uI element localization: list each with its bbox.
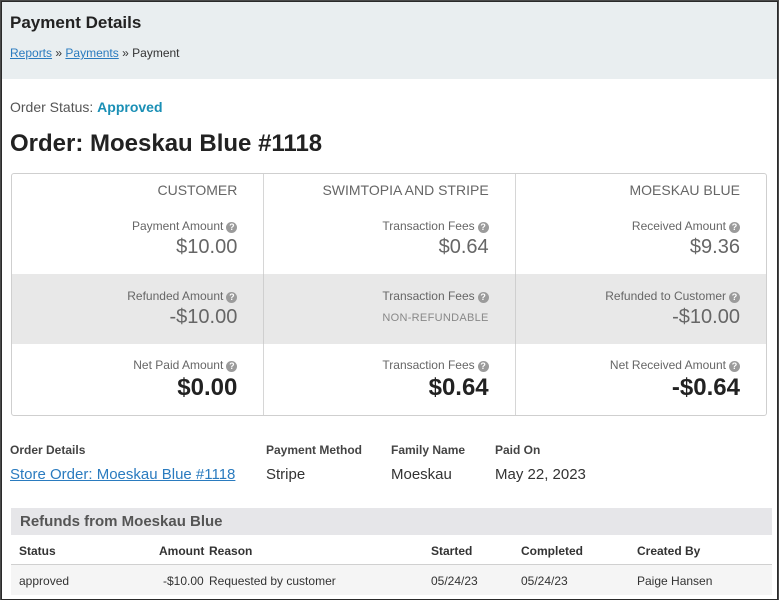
breadcrumb: Reports » Payments » Payment bbox=[10, 46, 769, 60]
refund-completed: 05/24/23 bbox=[521, 574, 568, 588]
paid-on-label: Paid On bbox=[495, 443, 541, 457]
refunded-to-customer-value: -$10.00 bbox=[672, 306, 740, 328]
net-paid-amount-value: $0.00 bbox=[177, 374, 238, 401]
summary-cell: CUSTOMER Payment Amount? $10.00 bbox=[12, 174, 263, 274]
column-header-created-by: Created By bbox=[637, 544, 701, 558]
summary-cell: SWIMTOPIA AND STRIPE Transaction Fees? $… bbox=[263, 174, 514, 274]
received-amount-label: Received Amount? bbox=[632, 219, 740, 233]
column-header-swimtopia-stripe: SWIMTOPIA AND STRIPE bbox=[322, 182, 489, 198]
summary-row-refunds: Refunded Amount? -$10.00 Transaction Fee… bbox=[12, 274, 766, 344]
order-status: Order Status: Approved bbox=[10, 99, 163, 115]
payment-amount-label: Payment Amount? bbox=[131, 219, 238, 233]
received-amount-value: $9.36 bbox=[689, 236, 740, 258]
family-name-field: Family Name Moeskau bbox=[391, 443, 465, 483]
payment-method-label: Payment Method bbox=[266, 443, 363, 457]
page-frame: Payment Details Reports » Payments » Pay… bbox=[1, 1, 778, 600]
page-header: Payment Details Reports » Payments » Pay… bbox=[2, 2, 777, 79]
summary-cell: Net Received Amount? -$0.64 bbox=[514, 344, 766, 415]
summary-cell: Transaction Fees? $0.64 bbox=[263, 344, 514, 415]
refunded-to-customer-label: Refunded to Customer? bbox=[605, 289, 740, 303]
help-icon[interactable]: ? bbox=[477, 361, 489, 372]
summary-label: Transaction Fees bbox=[382, 219, 475, 233]
summary-cell: MOESKAU BLUE Received Amount? $9.36 bbox=[514, 174, 766, 274]
summary-label: Transaction Fees bbox=[382, 358, 475, 372]
refund-amount: -$10.00 bbox=[163, 574, 204, 588]
table-row[interactable]: approved -$10.00 Requested by customer 0… bbox=[11, 565, 772, 595]
payment-method-field: Payment Method Stripe bbox=[266, 443, 362, 483]
refund-reason: Requested by customer bbox=[209, 574, 336, 588]
refunded-amount-label: Refunded Amount? bbox=[127, 289, 238, 303]
family-name-label: Family Name bbox=[391, 443, 466, 457]
summary-row-gross: CUSTOMER Payment Amount? $10.00 SWIMTOPI… bbox=[12, 174, 766, 274]
order-status-value: Approved bbox=[97, 99, 163, 115]
transaction-fees-label: Transaction Fees? bbox=[382, 289, 489, 303]
help-icon[interactable]: ? bbox=[477, 222, 489, 233]
column-header-started: Started bbox=[431, 544, 473, 558]
net-transaction-fees-value: $0.64 bbox=[428, 374, 489, 401]
payment-method-value: Stripe bbox=[266, 466, 306, 483]
summary-cell: Refunded to Customer? -$10.00 bbox=[514, 274, 766, 344]
payment-amount-value: $10.00 bbox=[176, 236, 238, 258]
summary-cell: Transaction Fees? NON-REFUNDABLE bbox=[263, 274, 514, 344]
non-refundable-note: NON-REFUNDABLE bbox=[382, 312, 489, 324]
column-header-completed: Completed bbox=[521, 544, 584, 558]
summary-label: Refunded Amount bbox=[127, 289, 224, 303]
help-icon[interactable]: ? bbox=[728, 361, 740, 372]
net-received-amount-label: Net Received Amount? bbox=[610, 358, 740, 372]
family-name-value: Moeskau bbox=[391, 466, 452, 483]
summary-label: Net Received Amount bbox=[609, 358, 726, 372]
refund-started: 05/24/23 bbox=[431, 574, 478, 588]
summary-row-net: Net Paid Amount? $0.00 Transaction Fees?… bbox=[12, 344, 766, 415]
refunds-title: Refunds from Moeskau Blue bbox=[11, 508, 772, 535]
transaction-fees-value: $0.64 bbox=[438, 236, 489, 258]
help-icon[interactable]: ? bbox=[226, 361, 238, 372]
breadcrumb-payments-link[interactable]: Payments bbox=[65, 46, 118, 60]
refunded-amount-value: -$10.00 bbox=[169, 306, 238, 328]
column-header-amount: Amount bbox=[159, 544, 205, 558]
summary-label: Net Paid Amount bbox=[133, 358, 224, 372]
order-details-label: Order Details bbox=[10, 443, 86, 457]
help-icon[interactable]: ? bbox=[728, 222, 740, 233]
order-details-field: Order Details Store Order: Moeskau Blue … bbox=[10, 443, 235, 483]
help-icon[interactable]: ? bbox=[728, 292, 740, 303]
refunds-section: Refunds from Moeskau Blue Status Amount … bbox=[11, 508, 772, 599]
column-header-reason: Reason bbox=[209, 544, 253, 558]
summary-label: Refunded to Customer bbox=[605, 289, 726, 303]
paid-on-field: Paid On May 22, 2023 bbox=[495, 443, 586, 483]
breadcrumb-separator: » bbox=[55, 46, 63, 60]
refunds-table-header: Status Amount Reason Started Completed C… bbox=[11, 535, 772, 565]
summary-cell: Refunded Amount? -$10.00 bbox=[12, 274, 263, 344]
summary-cell: Net Paid Amount? $0.00 bbox=[12, 344, 263, 415]
help-icon[interactable]: ? bbox=[226, 222, 238, 233]
order-title: Order: Moeskau Blue #1118 bbox=[10, 130, 323, 157]
transaction-fees-label: Transaction Fees? bbox=[382, 358, 489, 372]
column-header-status: Status bbox=[19, 544, 56, 558]
summary-label: Received Amount bbox=[631, 219, 726, 233]
breadcrumb-separator: » bbox=[122, 46, 129, 60]
order-status-label: Order Status: bbox=[10, 99, 94, 115]
help-icon[interactable]: ? bbox=[477, 292, 489, 303]
summary-label: Transaction Fees bbox=[382, 289, 475, 303]
column-header-customer: CUSTOMER bbox=[157, 182, 238, 198]
payment-summary-grid: CUSTOMER Payment Amount? $10.00 SWIMTOPI… bbox=[11, 173, 767, 416]
paid-on-value: May 22, 2023 bbox=[495, 466, 586, 483]
breadcrumb-reports-link[interactable]: Reports bbox=[10, 46, 52, 60]
page-title: Payment Details bbox=[10, 13, 142, 32]
net-received-amount-value: -$0.64 bbox=[671, 374, 740, 401]
transaction-fees-label: Transaction Fees? bbox=[382, 219, 489, 233]
net-paid-amount-label: Net Paid Amount? bbox=[133, 358, 238, 372]
refund-created-by: Paige Hansen bbox=[637, 574, 713, 588]
column-header-moeskau-blue: MOESKAU BLUE bbox=[629, 182, 740, 198]
summary-label: Payment Amount bbox=[131, 219, 224, 233]
store-order-link[interactable]: Store Order: Moeskau Blue #1118 bbox=[10, 466, 235, 483]
refund-status: approved bbox=[19, 574, 70, 588]
help-icon[interactable]: ? bbox=[226, 292, 238, 303]
breadcrumb-current: Payment bbox=[132, 46, 180, 60]
